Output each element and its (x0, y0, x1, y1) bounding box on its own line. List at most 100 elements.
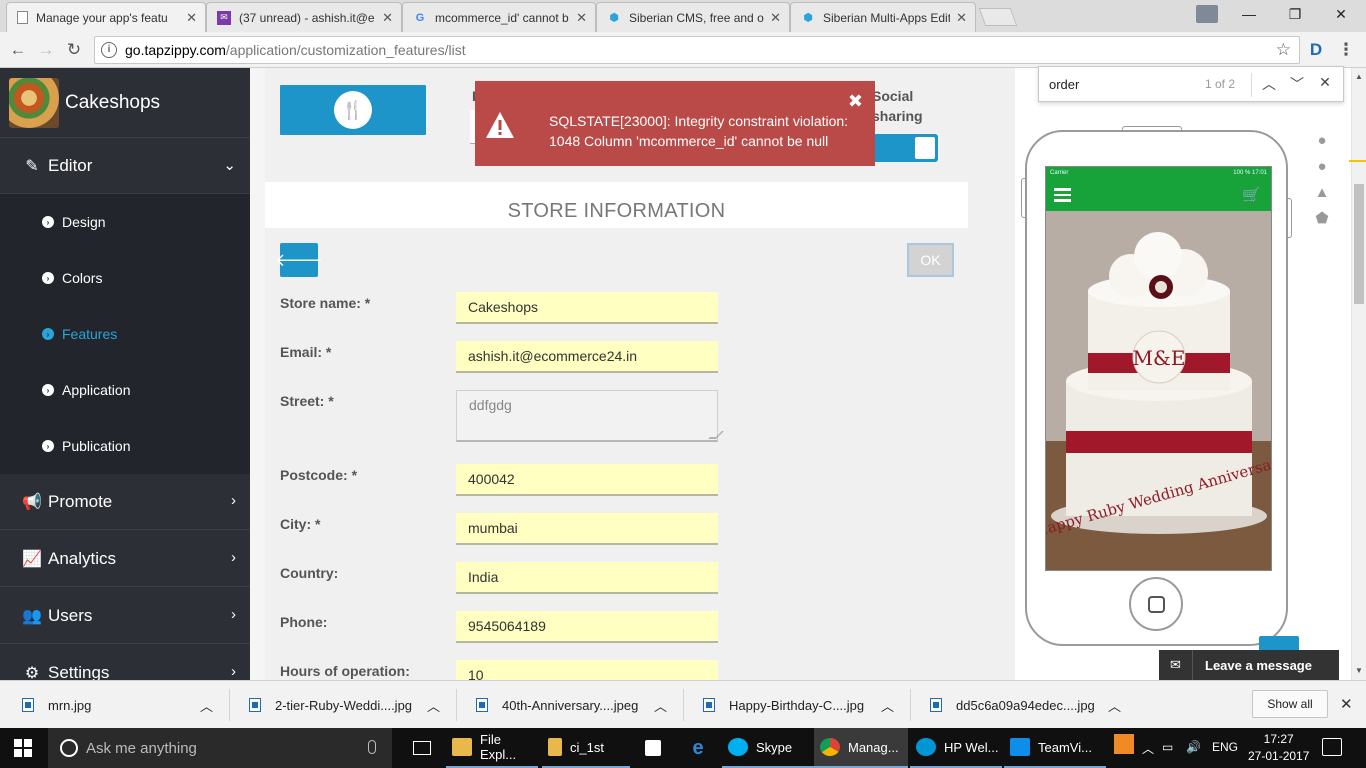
close-tab-icon[interactable]: ✕ (186, 10, 197, 26)
tab-siberian-editor[interactable]: ⬢ Siberian Multi-Apps Editi ✕ (790, 2, 976, 32)
menu-dots-icon[interactable]: ⋮ (1334, 38, 1358, 62)
url-field[interactable]: i go.tapzippy.com/application/customizat… (94, 36, 1300, 64)
download-item[interactable]: mrn.jpg (22, 681, 91, 729)
leave-message-widget[interactable]: ✉ Leave a message (1159, 650, 1339, 680)
edge-icon[interactable]: e (680, 728, 716, 768)
sidebar-item-design[interactable]: › Design (0, 194, 250, 250)
apple-icon[interactable]: ● (1312, 154, 1332, 180)
taskbar-teamviewer[interactable]: TeamVi... (1004, 728, 1106, 768)
close-tab-icon[interactable]: ✕ (956, 10, 967, 26)
sidebar-item-settings[interactable]: ⚙ Settings › (0, 645, 250, 681)
notifications-icon[interactable] (1322, 738, 1342, 756)
chevron-up-icon[interactable]: ︿ (200, 681, 213, 729)
close-tab-icon[interactable]: ✕ (770, 10, 781, 26)
reload-icon[interactable]: ↻ (62, 38, 86, 62)
scroll-thumb[interactable] (1354, 184, 1364, 304)
find-input[interactable]: order (1049, 77, 1079, 92)
hours-input[interactable]: 10 (456, 660, 718, 680)
apple-icon[interactable]: ● (1312, 128, 1332, 154)
language-indicator[interactable]: ENG (1212, 740, 1238, 754)
close-find-icon[interactable]: ✕ (1315, 74, 1335, 94)
tray-overflow-icon[interactable]: ︿ (1142, 740, 1154, 757)
scroll-up-icon[interactable]: ▲ (1355, 72, 1363, 81)
phone-input[interactable]: 9545064189 (456, 611, 718, 643)
taskbar-ci-1st[interactable]: ci_1st (542, 728, 630, 768)
html5-icon[interactable]: ⬟ (1312, 206, 1332, 232)
cart-icon[interactable]: 🛒 (1242, 186, 1261, 204)
chevron-circle-icon: › (42, 272, 54, 284)
sidebar-item-promote[interactable]: 📢 Promote › (0, 474, 250, 530)
close-window-button[interactable]: ✕ (1318, 0, 1364, 28)
store-icon[interactable] (636, 728, 670, 768)
volume-icon[interactable]: 🔊 (1186, 740, 1201, 754)
new-tab-button[interactable] (978, 8, 1018, 26)
tab-siberian-cms[interactable]: ⬢ Siberian CMS, free and o ✕ (596, 2, 790, 32)
back-button[interactable]: 🡐 (275, 243, 323, 277)
tab-google-search[interactable]: G mcommerce_id' cannot b ✕ (402, 2, 596, 32)
sidebar-item-publication[interactable]: › Publication (0, 418, 250, 474)
chevron-up-icon[interactable]: ︿ (1259, 74, 1279, 94)
download-item[interactable]: dd5c6a09a94edec....jpg (930, 681, 1095, 729)
taskbar-file-explorer[interactable]: File Expl... (446, 728, 538, 768)
store-name-input[interactable]: Cakeshops (456, 292, 718, 324)
back-arrow-icon[interactable]: ← (6, 38, 30, 62)
app-logo (9, 77, 59, 128)
chevron-up-icon[interactable]: ︿ (654, 681, 667, 729)
taskbar-skype[interactable]: Skype (722, 728, 814, 768)
sidebar-item-colors[interactable]: › Colors (0, 250, 250, 306)
postcode-input[interactable]: 400042 (456, 464, 718, 496)
feature-restaurant-button[interactable]: 🍴 (280, 85, 426, 135)
city-input[interactable]: mumbai (456, 513, 718, 545)
email-input[interactable]: ashish.it@ecommerce24.in (456, 341, 718, 373)
download-shelf: mrn.jpg ︿ 2-tier-Ruby-Weddi....jpg ︿ 40t… (0, 680, 1366, 728)
tray-app-icon[interactable] (1114, 734, 1134, 754)
minimize-button[interactable]: — (1226, 0, 1272, 28)
chevron-right-icon: › (231, 606, 236, 623)
resize-handle-icon[interactable] (708, 431, 724, 439)
phone-home-button[interactable] (1129, 577, 1183, 631)
platform-icons: ● ● ▲ ⬟ (1312, 128, 1332, 232)
sidebar-item-application[interactable]: › Application (0, 362, 250, 418)
microphone-icon[interactable] (368, 740, 376, 754)
preview-tab[interactable] (1259, 636, 1299, 650)
bookmark-star-icon[interactable]: ☆ (1276, 40, 1291, 60)
hamburger-menu-icon[interactable] (1054, 188, 1071, 202)
chevron-down-icon[interactable]: ﹀ (1287, 74, 1307, 94)
battery-icon[interactable]: ▭ (1162, 740, 1173, 754)
street-textarea[interactable]: ddfgdg (456, 390, 724, 442)
forward-arrow-icon[interactable]: → (34, 38, 58, 62)
social-sharing-toggle[interactable] (870, 134, 938, 162)
close-tab-icon[interactable]: ✕ (576, 10, 587, 26)
chevron-up-icon[interactable]: ︿ (881, 681, 894, 729)
tab-manage-features[interactable]: Manage your app's featu ✕ (6, 2, 206, 32)
app-brand[interactable]: Cakeshops (0, 68, 250, 138)
system-clock[interactable]: 17:27 27-01-2017 (1248, 731, 1309, 765)
close-alert-icon[interactable]: ✖ (848, 91, 863, 112)
close-shelf-icon[interactable]: ✕ (1340, 695, 1353, 713)
task-view-icon[interactable] (404, 728, 440, 768)
chevron-up-icon[interactable]: ︿ (427, 681, 440, 729)
profile-icon[interactable] (1184, 0, 1230, 28)
close-tab-icon[interactable]: ✕ (382, 10, 393, 26)
ok-button[interactable]: OK (907, 243, 954, 277)
scroll-down-icon[interactable]: ▼ (1355, 666, 1363, 675)
taskbar-chrome[interactable]: Manag... (814, 728, 908, 768)
extension-icon[interactable]: D (1304, 38, 1328, 62)
show-all-button[interactable]: Show all (1252, 690, 1328, 718)
country-input[interactable]: India (456, 562, 718, 594)
sidebar-item-editor[interactable]: ✎ Editor ⌄ (0, 138, 250, 194)
chevron-up-icon[interactable]: ︿ (1108, 681, 1121, 729)
sidebar-item-users[interactable]: 👥 Users › (0, 588, 250, 644)
info-icon[interactable]: i (101, 42, 117, 58)
sidebar-item-analytics[interactable]: 📈 Analytics › (0, 531, 250, 587)
maximize-button[interactable]: ❐ (1272, 0, 1318, 28)
cortana-search-box[interactable]: Ask me anything (48, 728, 392, 768)
taskbar-hp-welcome[interactable]: HP Wel... (910, 728, 1002, 768)
download-item[interactable]: Happy-Birthday-C....jpg (703, 681, 864, 729)
download-item[interactable]: 40th-Anniversary....jpeg (476, 681, 638, 729)
sidebar-item-features[interactable]: › Features (0, 306, 250, 362)
android-icon[interactable]: ▲ (1312, 180, 1332, 206)
download-item[interactable]: 2-tier-Ruby-Weddi....jpg (249, 681, 412, 729)
tab-mail[interactable]: ✉ (37 unread) - ashish.it@e ✕ (206, 2, 402, 32)
windows-start-icon[interactable] (14, 739, 32, 757)
